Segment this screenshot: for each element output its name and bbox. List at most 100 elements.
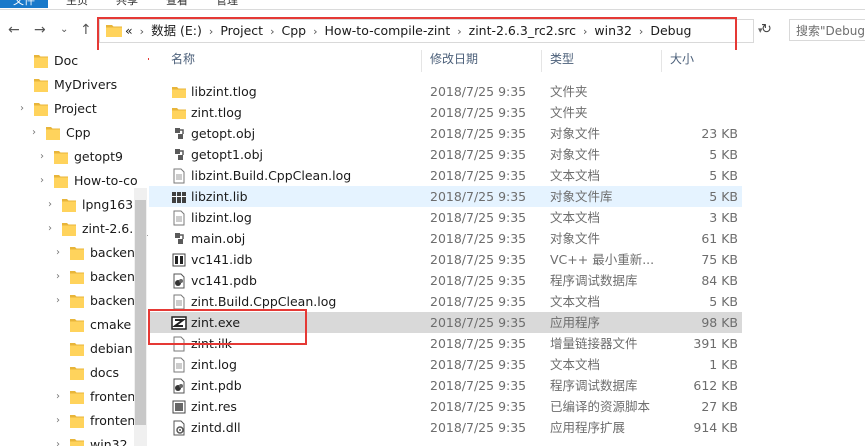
file-row[interactable]: zint.Build.CppClean.log 2018/7/25 9:35 文本文… (149, 291, 742, 312)
breadcrumb-debug[interactable]: Debug (650, 20, 691, 42)
file-name: getopt1.obj (191, 147, 263, 162)
chevron-right-icon[interactable]: › (457, 21, 461, 43)
chevron-right-icon[interactable]: › (48, 217, 58, 241)
column-header: ⌃ 名称 修改日期 类型 大小 (149, 50, 865, 72)
file-date: 2018/7/25 9:35 (430, 336, 527, 351)
sidebar-scrollbar-thumb[interactable] (135, 200, 146, 425)
chevron-right-icon[interactable]: › (56, 241, 66, 265)
file-row[interactable]: zint.log 2018/7/25 9:35 文本文档 1 KB (149, 354, 742, 375)
file-row[interactable]: zint.pdb 2018/7/25 9:35 程序调试数据库 612 KB (149, 375, 742, 396)
chevron-right-icon[interactable]: › (56, 385, 66, 409)
chevron-right-icon[interactable]: › (40, 145, 50, 169)
folder-icon (70, 439, 84, 446)
sidebar-item[interactable]: › lpng1635 (0, 193, 148, 217)
chevron-right-icon[interactable]: › (583, 21, 587, 43)
chevron-right-icon[interactable]: › (56, 289, 66, 313)
forward-icon[interactable]: → (34, 22, 46, 38)
folder-icon (172, 108, 186, 119)
file-name: libzint.tlog (191, 84, 257, 99)
sidebar-item[interactable]: › How-to-co (0, 169, 148, 193)
column-name[interactable]: 名称 (171, 51, 195, 71)
file-row[interactable]: libzint.log 2018/7/25 9:35 文本文档 3 KB (149, 207, 742, 228)
chevron-right-icon[interactable]: › (56, 265, 66, 289)
breadcrumb-project[interactable]: Project (220, 20, 263, 42)
sidebar-item[interactable]: › win32 (0, 433, 148, 446)
column-date[interactable]: 修改日期 (430, 51, 478, 71)
sidebar-item[interactable]: › backend (0, 241, 148, 265)
file-row[interactable]: zint.exe 2018/7/25 9:35 应用程序 98 KB (149, 312, 742, 333)
folder-icon (46, 127, 60, 140)
sidebar-item[interactable]: › Project (0, 97, 148, 121)
sidebar-item[interactable]: MyDrivers (0, 73, 148, 97)
file-type: 应用程序 (550, 315, 601, 330)
tab-home[interactable]: 主页 (66, 0, 88, 8)
sidebar-item[interactable]: debian (0, 337, 148, 361)
file-name: main.obj (191, 231, 246, 246)
breadcrumb-drive[interactable]: 数据 (E:) (151, 20, 202, 42)
chevron-right-icon[interactable]: › (48, 193, 58, 217)
file-type: 对象文件 (550, 147, 601, 162)
refresh-icon[interactable]: ↻ (761, 20, 775, 40)
file-row[interactable]: vc141.idb 2018/7/25 9:35 VC++ 最小重新... 75 KB (149, 249, 742, 270)
chevron-right-icon[interactable]: › (209, 21, 213, 43)
file-row[interactable]: vc141.pdb 2018/7/25 9:35 程序调试数据库 84 KB (149, 270, 742, 291)
chevron-right-icon[interactable]: › (56, 433, 66, 446)
column-type[interactable]: 类型 (550, 51, 574, 71)
chevron-right-icon[interactable]: › (313, 21, 317, 43)
file-row[interactable]: getopt.obj 2018/7/25 9:35 对象文件 23 KB (149, 123, 742, 144)
breadcrumb-cpp[interactable]: Cpp (282, 20, 307, 42)
chevron-right-icon[interactable]: › (56, 409, 66, 433)
file-date: 2018/7/25 9:35 (430, 210, 527, 225)
file-row[interactable]: zintd.dll 2018/7/25 9:35 应用程序扩展 914 KB (149, 417, 742, 438)
breadcrumb-overflow[interactable]: « (125, 20, 133, 42)
tab-share[interactable]: 共享 (116, 0, 138, 8)
tab-view[interactable]: 查看 (166, 0, 188, 8)
search-input[interactable]: 搜索"Debug" (789, 19, 865, 41)
res-file-icon (172, 400, 186, 414)
file-row[interactable]: libzint.tlog 2018/7/25 9:35 文件夹 (149, 81, 742, 102)
up-icon[interactable]: ↑ (80, 22, 92, 38)
tab-file[interactable]: 文件 (0, 0, 48, 8)
chevron-right-icon[interactable]: › (20, 97, 30, 121)
sidebar-item[interactable]: › frontend (0, 409, 148, 433)
sidebar-item[interactable]: cmake (0, 313, 148, 337)
chevron-right-icon[interactable]: › (32, 121, 42, 145)
breadcrumb-how-to-compile-zint[interactable]: How-to-compile-zint (325, 20, 451, 42)
column-divider[interactable] (661, 50, 662, 72)
chevron-right-icon[interactable]: › (270, 21, 274, 43)
file-date: 2018/7/25 9:35 (430, 105, 527, 120)
file-type: 程序调试数据库 (550, 273, 638, 288)
sidebar-item-label: debian (90, 341, 133, 356)
sidebar-item[interactable]: › backend (0, 289, 148, 313)
sidebar-item[interactable]: › backend (0, 265, 148, 289)
file-name: zint.Build.CppClean.log (191, 294, 337, 309)
file-row[interactable]: main.obj 2018/7/25 9:35 对象文件 61 KB (149, 228, 742, 249)
column-divider[interactable] (421, 50, 422, 72)
file-date: 2018/7/25 9:35 (430, 315, 527, 330)
breadcrumb-win32[interactable]: win32 (594, 20, 632, 42)
sidebar-item[interactable]: › Cpp (0, 121, 148, 145)
back-icon[interactable]: ← (8, 22, 20, 38)
sidebar-item[interactable]: › getopt9 (0, 145, 148, 169)
sidebar-item[interactable]: › zint-2.6.3_ (0, 217, 148, 241)
chevron-right-icon[interactable]: › (40, 169, 50, 193)
address-bar[interactable]: « › 数据 (E:) › Project › Cpp › How-to-compile-zin… (99, 19, 754, 43)
sidebar-item[interactable]: docs (0, 361, 148, 385)
sidebar-item[interactable]: Doc (0, 50, 148, 73)
chevron-right-icon[interactable]: › (639, 21, 643, 43)
column-size[interactable]: 大小 (670, 51, 694, 71)
file-name: zint.pdb (191, 378, 242, 393)
chevron-right-icon[interactable]: › (140, 21, 144, 43)
file-row[interactable]: getopt1.obj 2018/7/25 9:35 对象文件 5 KB (149, 144, 742, 165)
file-date: 2018/7/25 9:35 (430, 273, 527, 288)
tab-manage[interactable]: 管理 (216, 0, 238, 8)
file-row[interactable]: zint.ilk 2018/7/25 9:35 增量链接器文件 391 KB (149, 333, 742, 354)
column-divider[interactable] (541, 50, 542, 72)
recent-locations-icon[interactable]: ⌄ (60, 22, 68, 38)
sidebar-item[interactable]: › frontend (0, 385, 148, 409)
breadcrumb-zint-src[interactable]: zint-2.6.3_rc2.src (469, 20, 576, 42)
file-row[interactable]: libzint.Build.CppClean.log 2018/7/25 9:35… (149, 165, 742, 186)
file-row[interactable]: zint.res 2018/7/25 9:35 已编译的资源脚本 27 KB (149, 396, 742, 417)
file-row[interactable]: zint.tlog 2018/7/25 9:35 文件夹 (149, 102, 742, 123)
file-row[interactable]: libzint.lib 2018/7/25 9:35 对象文件库 5 KB (149, 186, 742, 207)
